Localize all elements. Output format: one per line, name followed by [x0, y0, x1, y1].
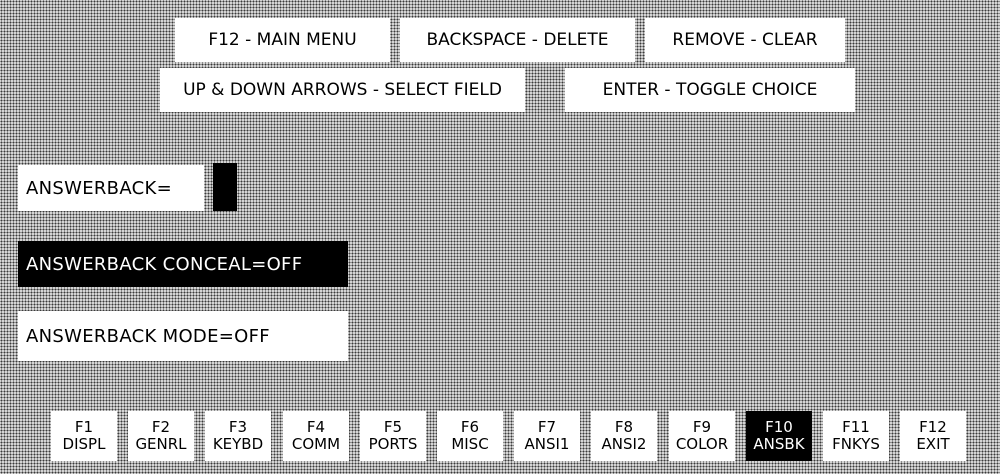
fkey-label: DISPL	[62, 435, 106, 453]
fkey-label: ANSBK	[753, 435, 805, 453]
fkey-number: F10	[765, 418, 793, 436]
answerback-conceal-field[interactable]: ANSWERBACK CONCEAL=OFF	[18, 241, 348, 287]
fkey-number: F2	[151, 418, 171, 436]
fkey-exit-button[interactable]: F12 EXIT	[900, 411, 966, 461]
answerback-mode-field[interactable]: ANSWERBACK MODE=OFF	[18, 311, 348, 361]
fkey-number: F4	[306, 418, 326, 436]
fkey-label: PORTS	[368, 435, 418, 453]
fkey-displ-button[interactable]: F1 DISPL	[51, 411, 117, 461]
fkey-label: GENRL	[135, 435, 187, 453]
fkey-number: F7	[537, 418, 557, 436]
fkey-number: F9	[692, 418, 712, 436]
answerback-label: ANSWERBACK=	[26, 177, 172, 199]
fkey-keybd-button[interactable]: F3 KEYBD	[205, 411, 271, 461]
fkey-number: F11	[842, 418, 870, 436]
fkey-number: F5	[383, 418, 403, 436]
text-cursor[interactable]	[213, 163, 237, 211]
fkey-number: F6	[460, 418, 480, 436]
fkey-ansi2-button[interactable]: F8 ANSI2	[591, 411, 657, 461]
fkey-number: F8	[614, 418, 634, 436]
fkey-ansbk-button[interactable]: F10 ANSBK	[746, 411, 812, 461]
answerback-field[interactable]: ANSWERBACK=	[18, 165, 204, 211]
fkey-misc-button[interactable]: F6 MISC	[437, 411, 503, 461]
help-toggle-choice: ENTER - TOGGLE CHOICE	[565, 68, 855, 112]
help-remove-clear: REMOVE - CLEAR	[645, 18, 845, 62]
help-main-menu: F12 - MAIN MENU	[175, 18, 390, 62]
fkey-ports-button[interactable]: F5 PORTS	[360, 411, 426, 461]
fkey-label: MISC	[451, 435, 489, 453]
fkey-label: ANSI1	[524, 435, 570, 453]
fkey-number: F12	[919, 418, 947, 436]
fkey-label: ANSI2	[601, 435, 647, 453]
help-backspace-delete: BACKSPACE - DELETE	[400, 18, 635, 62]
fkey-label: KEYBD	[212, 435, 264, 453]
fkey-ansi1-button[interactable]: F7 ANSI1	[514, 411, 580, 461]
fkey-number: F3	[228, 418, 248, 436]
fkey-label: COMM	[291, 435, 341, 453]
fkey-number: F1	[74, 418, 94, 436]
help-select-field: UP & DOWN ARROWS - SELECT FIELD	[160, 68, 525, 112]
fkey-comm-button[interactable]: F4 COMM	[283, 411, 349, 461]
fkey-fnkys-button[interactable]: F11 FNKYS	[823, 411, 889, 461]
fkey-color-button[interactable]: F9 COLOR	[669, 411, 735, 461]
fkey-label: FNKYS	[832, 435, 880, 453]
fkey-label: EXIT	[916, 435, 950, 453]
fkey-label: COLOR	[675, 435, 729, 453]
fkey-genrl-button[interactable]: F2 GENRL	[128, 411, 194, 461]
